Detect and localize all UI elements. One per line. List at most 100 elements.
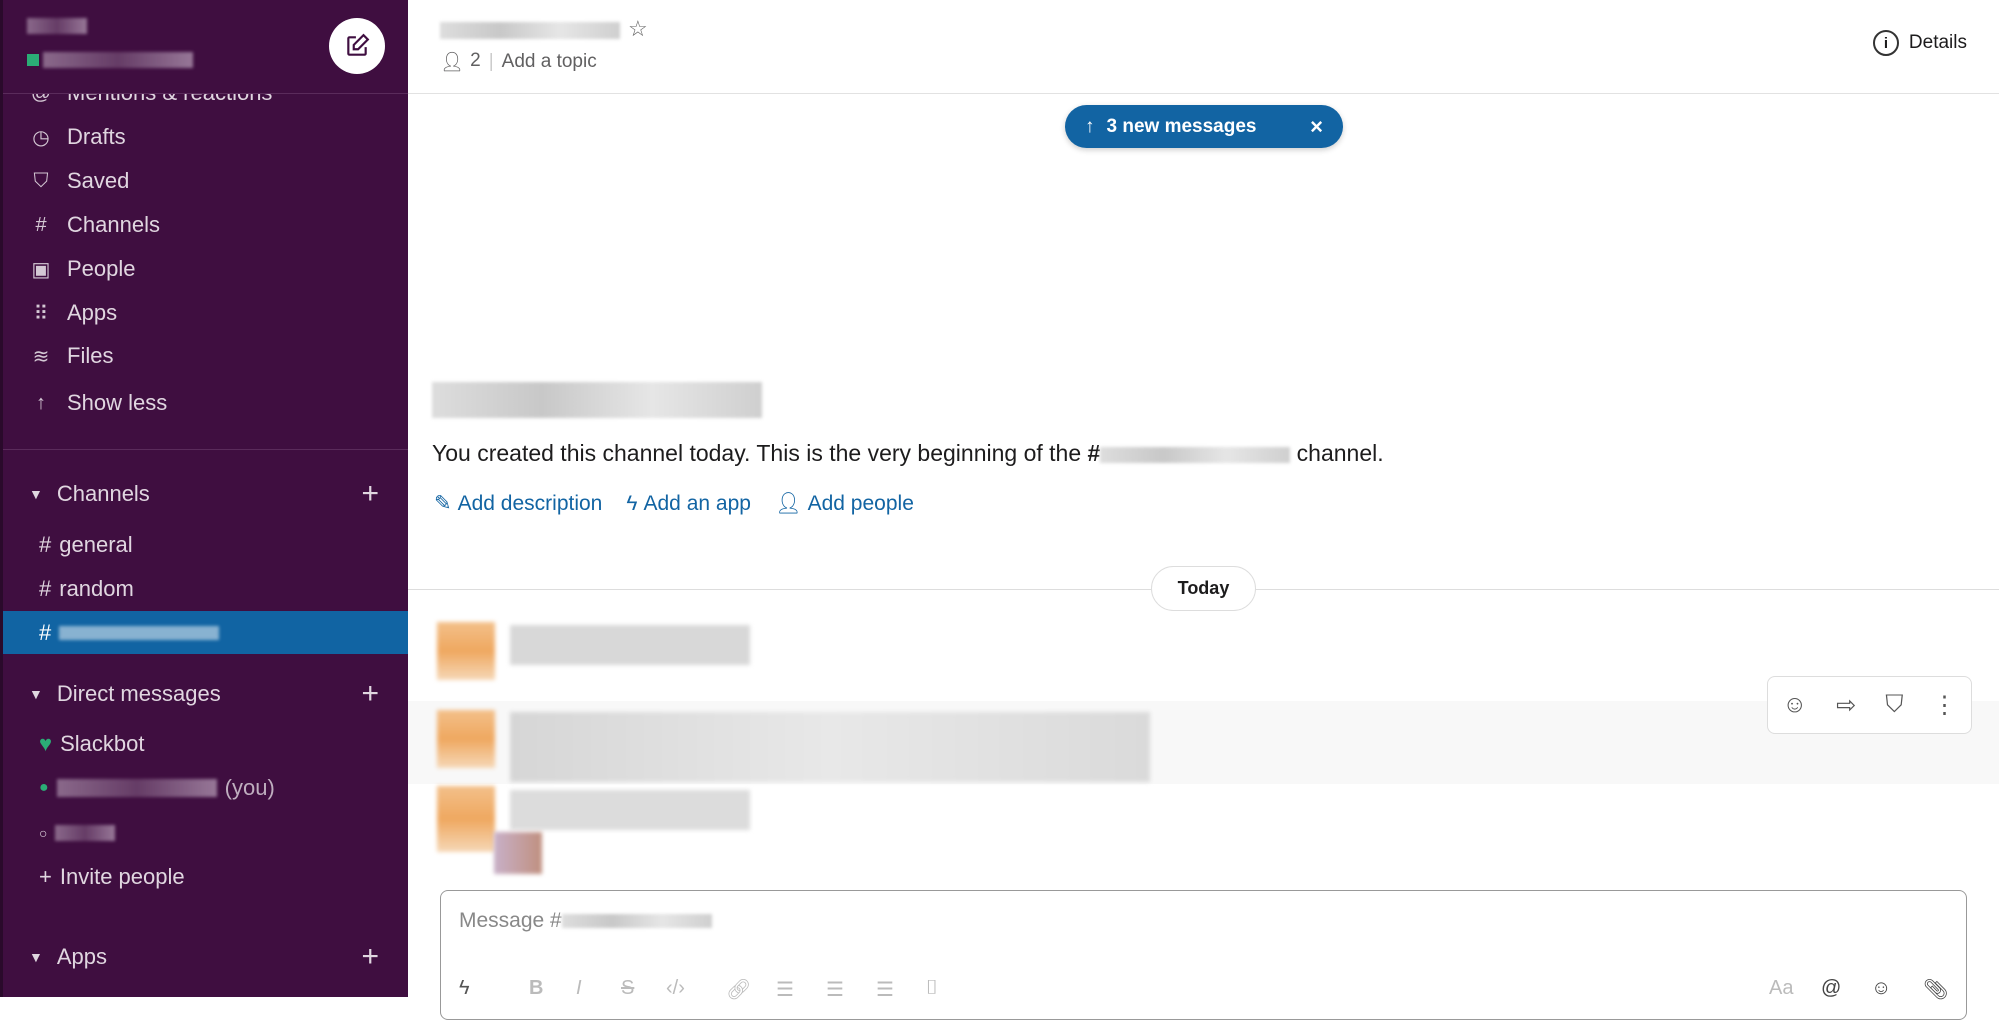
invite-label: Invite people [59,863,185,889]
details-label: Details [1908,32,1967,53]
channel-name: general [59,531,133,557]
compose-button[interactable] [329,18,385,74]
hash-icon: # [39,531,52,557]
channel-name-redacted [59,625,220,640]
ordered-list-icon[interactable]: ☰ [776,977,794,1002]
nav-label: Channels [67,212,160,237]
link-label: Add people [807,491,914,515]
workspace-name-redacted [27,18,87,34]
dm-slackbot[interactable]: ♥ Slackbot [3,722,408,765]
nav-files[interactable]: ≋ Files [29,343,114,369]
you-label: (you) [224,774,275,800]
nav-people[interactable]: ▣ People [29,256,136,282]
add-people-link[interactable]: 👤︎ Add people [775,491,914,516]
add-description-link[interactable]: ✎ Add description [434,491,602,516]
channel-name-redacted [561,914,712,928]
link-label: Add an app [643,491,751,515]
bookmark-icon: ⛉ [33,169,49,192]
hash-icon: # [39,575,52,601]
more-options-icon[interactable]: ⋮ [1932,691,1956,720]
add-channel-button[interactable]: + [361,477,379,511]
hash: # [1087,440,1101,466]
message-redacted [510,790,750,830]
workspace-header[interactable] [3,0,408,94]
channel-selected[interactable]: # [3,611,408,654]
dm-section-header[interactable]: ▼ Direct messages + [29,677,379,710]
section-label: Direct messages [56,681,221,706]
message-redacted [510,712,1150,782]
add-reaction-icon[interactable]: ☺ [1783,691,1808,719]
add-app-button[interactable]: + [361,940,379,974]
nav-channels[interactable]: # Channels [29,212,160,238]
nav-label: People [67,256,136,281]
intro-actions: ✎ Add description ϟ Add an app 👤︎ Add peopl… [434,491,914,516]
divider [3,449,408,450]
new-messages-label: 3 new messages [1106,115,1257,137]
nav-label: Saved [67,168,130,193]
add-topic-button[interactable]: Add a topic [502,51,597,73]
arrow-up-icon: ↑ [1085,115,1095,137]
apps-section-header[interactable]: ▼ Apps + [29,940,379,973]
dm-other[interactable]: ○ [3,811,408,854]
heart-icon: ♥ [39,730,53,756]
message-redacted [510,625,750,665]
channel-header: ☆ 👤︎ 2 | Add a topic i Details [408,0,1999,94]
details-button[interactable]: i Details [1872,30,1967,56]
dm-name-redacted [55,824,116,841]
share-arrow-icon[interactable]: ⇨ [1836,691,1856,720]
nav-drafts[interactable]: ◷ Drafts [29,124,125,150]
invite-people[interactable]: + Invite people [3,855,408,898]
nav-show-less[interactable]: ↑ Show less [29,390,167,416]
avatar[interactable] [437,710,495,768]
nav-apps[interactable]: ⠿ Apps [29,300,117,326]
date-divider[interactable]: Today [1151,566,1256,611]
add-dm-button[interactable]: + [361,677,379,711]
channel-title-redacted[interactable] [440,22,620,39]
dm-name-redacted [56,778,217,797]
channel-name: random [59,575,134,601]
channel-random[interactable]: # random [3,567,408,610]
caret-down-icon: ▼ [29,486,43,502]
sidebar: @Mentions & reactions ◷Drafts ⛉Saved #Ch… [0,0,408,997]
intro-text: channel. [1290,440,1384,466]
add-person-icon: 👤︎ [774,491,802,515]
message-placeholder: Message # [459,909,562,932]
channel-intro-title-redacted [432,382,762,418]
channel-name-redacted [1100,446,1291,463]
dm-self[interactable]: ● (you) [3,766,408,809]
new-messages-banner[interactable]: ↑ 3 new messages × [1065,105,1343,148]
link-icon[interactable]: 🔗︎ [726,977,751,1002]
caret-down-icon: ▼ [29,949,43,965]
plus-icon: + [39,863,52,889]
user-name-redacted [43,52,193,68]
nav-label: Show less [67,390,168,415]
section-label: Channels [56,481,150,506]
avatar[interactable] [437,622,495,680]
offline-dot-icon: ○ [39,824,48,841]
channel-general[interactable]: # general [3,523,408,566]
nav-label: Apps [67,300,118,325]
attachment-icon[interactable]: 📎︎ [1923,977,1948,1002]
reaction-redacted[interactable] [494,832,542,874]
bookmark-icon[interactable]: ⛉ [1885,691,1903,719]
members-button[interactable]: 👤︎ 2 [440,50,481,74]
pencil-icon: ✎ [434,492,452,515]
message-actions-toolbar: ☺ ⇨ ⛉ ⋮ [1767,676,1972,734]
avatar[interactable] [437,786,495,852]
hash-icon: # [39,619,52,645]
status-icon [27,54,39,66]
add-app-link[interactable]: ϟ Add an app [626,491,751,516]
channel-search-icon: # [35,213,47,236]
layers-icon: ≋ [32,345,50,368]
channels-section-header[interactable]: ▼ Channels + [29,477,379,510]
blockquote-icon[interactable]: ☰ [876,977,894,1002]
caret-down-icon: ▼ [29,686,43,702]
message-input[interactable]: Message # [459,909,712,933]
close-banner-button[interactable]: × [1310,114,1323,140]
nav-saved[interactable]: ⛉ Saved [29,168,130,194]
drafts-icon: ◷ [32,126,50,149]
star-icon[interactable]: ☆ [628,16,648,42]
message-composer[interactable]: Message # ϟ B I S ‹/› 🔗︎ ☰ ☰ ☰ ⌷ Aa @ ☺ … [440,890,1967,1020]
dm-name: Slackbot [60,730,145,756]
bulleted-list-icon[interactable]: ☰ [826,977,844,1002]
